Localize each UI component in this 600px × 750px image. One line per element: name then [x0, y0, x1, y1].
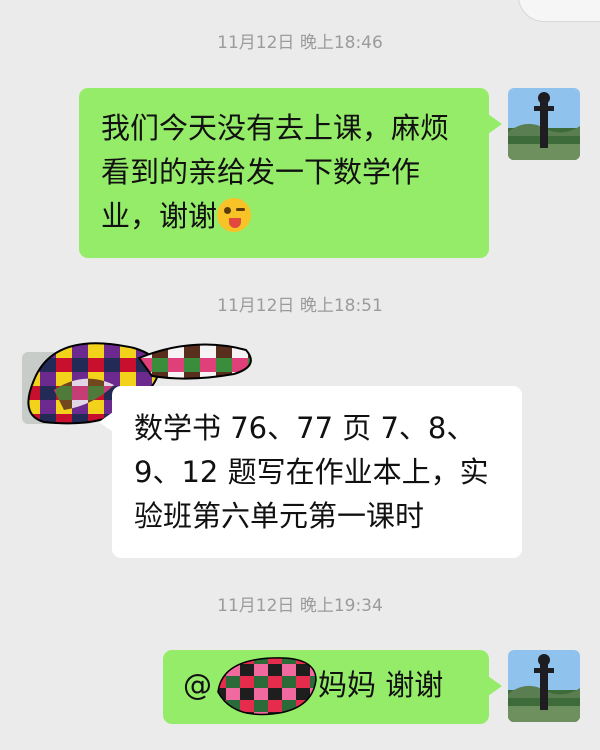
message-text: 我们今天没有去上课，麻烦看到的亲给发一下数学作业，谢谢 [101, 111, 450, 233]
redacted-mention-mosaic [217, 657, 317, 716]
outgoing-message-bubble[interactable]: 我们今天没有去上课，麻烦看到的亲给发一下数学作业，谢谢 [79, 88, 502, 258]
message-text: 妈妈 谢谢 [318, 668, 444, 702]
avatar-photo-icon [508, 88, 580, 160]
message-timestamp: 11月12日 晚上19:34 [217, 596, 383, 616]
message-timestamp: 11月12日 晚上18:51 [217, 296, 383, 316]
mention-at-sign: @ [183, 668, 212, 702]
message-timestamp: 11月12日 晚上18:46 [217, 33, 383, 53]
my-avatar[interactable] [508, 88, 580, 160]
window-corner-tab [518, 0, 600, 22]
my-avatar[interactable] [508, 650, 580, 722]
avatar-photo-icon [508, 650, 580, 722]
winking-tongue-emoji-icon [217, 198, 252, 232]
incoming-message-bubble[interactable]: 数学书 76、77 页 7、8、9、12 题写在作业本上，实验班第六单元第一课时 [99, 386, 522, 558]
message-text: 数学书 76、77 页 7、8、9、12 题写在作业本上，实验班第六单元第一课时 [134, 411, 489, 533]
